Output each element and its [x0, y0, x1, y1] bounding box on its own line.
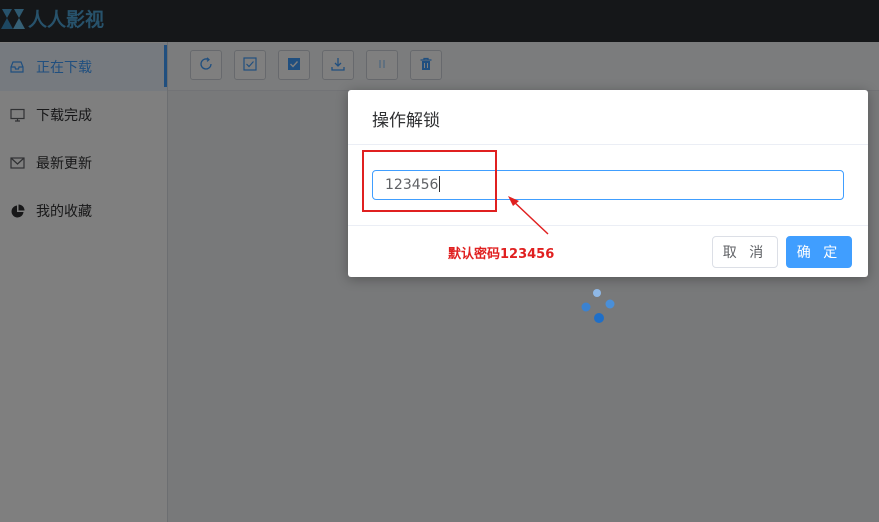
annotation-highlight-box	[362, 150, 497, 212]
divider	[348, 144, 868, 145]
cancel-button[interactable]: 取 消	[712, 236, 778, 268]
confirm-button[interactable]: 确 定	[786, 236, 852, 268]
divider	[348, 225, 868, 226]
annotation-text: 默认密码123456	[448, 247, 555, 262]
annotation-arrow-icon	[508, 196, 549, 235]
loading-spinner-icon	[578, 285, 620, 327]
dialog-title: 操作解锁	[372, 111, 440, 131]
